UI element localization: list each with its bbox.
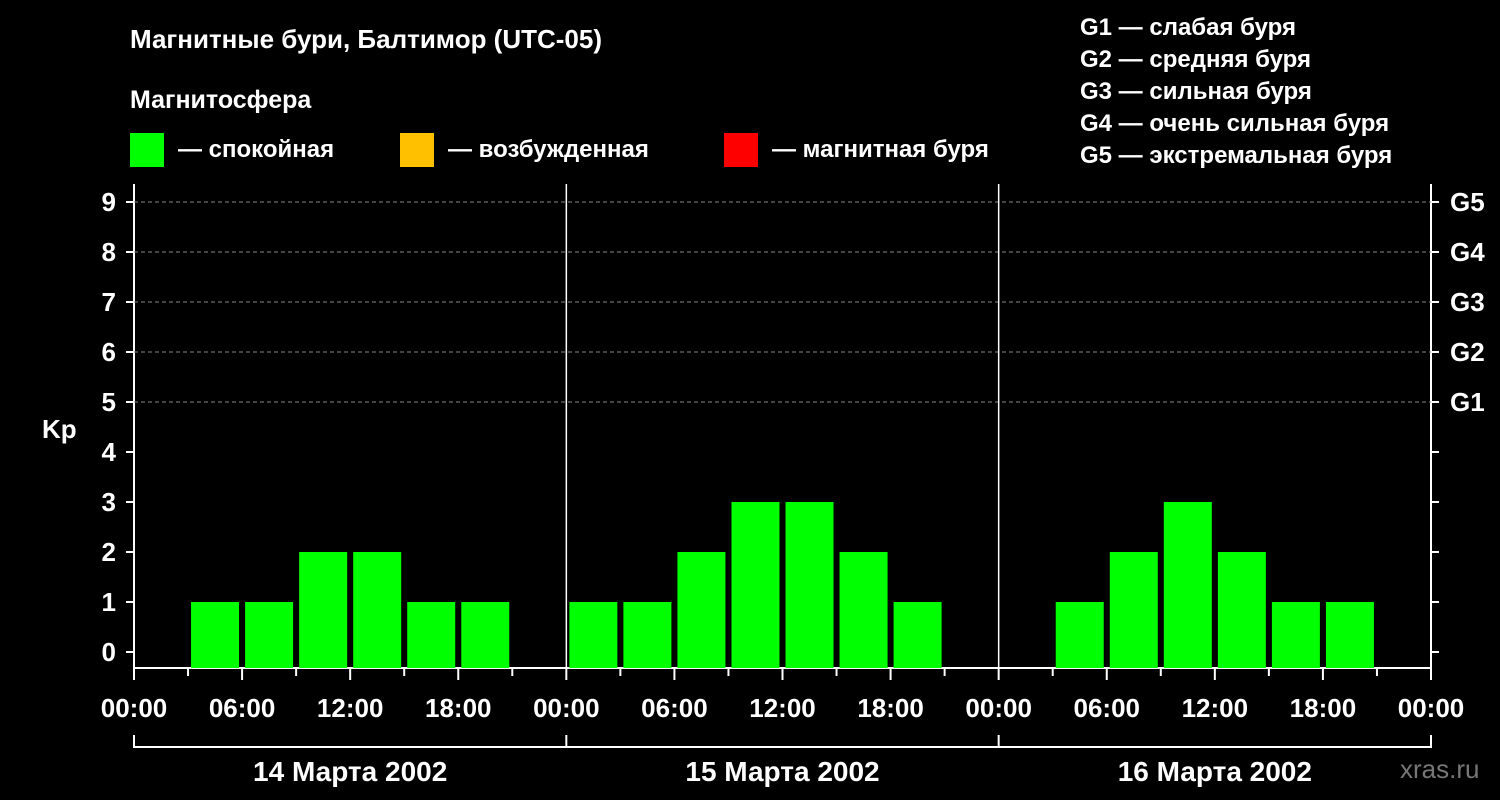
g-scale-label: G5 [1450, 187, 1485, 217]
y-tick-label: 6 [102, 337, 116, 367]
kp-bar [1217, 552, 1266, 668]
kp-bar [191, 602, 240, 668]
kp-bar [1325, 602, 1374, 668]
y-tick-label: 1 [102, 587, 116, 617]
x-tick-label: 00:00 [965, 693, 1032, 723]
kp-bar [569, 602, 618, 668]
x-tick-label: 00:00 [101, 693, 168, 723]
y-tick-label: 3 [102, 487, 116, 517]
g-scale-label: G3 [1450, 287, 1485, 317]
y-tick-label: 5 [102, 387, 116, 417]
kp-bar [245, 602, 294, 668]
x-tick-label: 18:00 [1290, 693, 1357, 723]
y-tick-label: 7 [102, 287, 116, 317]
kp-bar [623, 602, 672, 668]
x-tick-label: 00:00 [1398, 693, 1465, 723]
kp-bar [1055, 602, 1104, 668]
y-tick-label: 0 [102, 637, 116, 667]
y-tick-label: 8 [102, 237, 116, 267]
y-tick-label: 4 [102, 437, 117, 467]
x-tick-label: 06:00 [1074, 693, 1141, 723]
x-tick-label: 06:00 [641, 693, 708, 723]
g-scale-label: G4 [1450, 237, 1485, 267]
kp-bar [893, 602, 942, 668]
x-tick-label: 18:00 [425, 693, 492, 723]
x-tick-label: 00:00 [533, 693, 600, 723]
kp-bar [1109, 552, 1158, 668]
kp-bar-chart: 0 1 2 3 4 5 6 7 8 9 G1 G2 G3 G4 G5 Kp 00:00 06:00 12:00 18:… [42, 184, 1485, 787]
kp-bar [407, 602, 456, 668]
kp-bar [785, 502, 834, 668]
x-tick-label: 06:00 [209, 693, 276, 723]
kp-bar [731, 502, 780, 668]
kp-bar [1163, 502, 1212, 668]
day-label: 15 Марта 2002 [685, 756, 879, 787]
y-axis-label: Kp [42, 414, 77, 444]
kp-bar [461, 602, 510, 668]
kp-bar [1271, 602, 1320, 668]
y-tick-label: 2 [102, 537, 116, 567]
kp-bar [839, 552, 888, 668]
kp-bar [677, 552, 726, 668]
g-scale-label: G1 [1450, 387, 1485, 417]
x-tick-label: 12:00 [749, 693, 816, 723]
kp-bar [353, 552, 402, 668]
kp-bar [299, 552, 348, 668]
watermark: xras.ru [1400, 754, 1480, 784]
x-tick-label: 18:00 [857, 693, 924, 723]
x-tick-label: 12:00 [317, 693, 384, 723]
g-scale-label: G2 [1450, 337, 1485, 367]
x-tick-label: 12:00 [1182, 693, 1249, 723]
day-label: 16 Марта 2002 [1118, 756, 1312, 787]
y-tick-label: 9 [102, 187, 116, 217]
day-label: 14 Марта 2002 [253, 756, 447, 787]
